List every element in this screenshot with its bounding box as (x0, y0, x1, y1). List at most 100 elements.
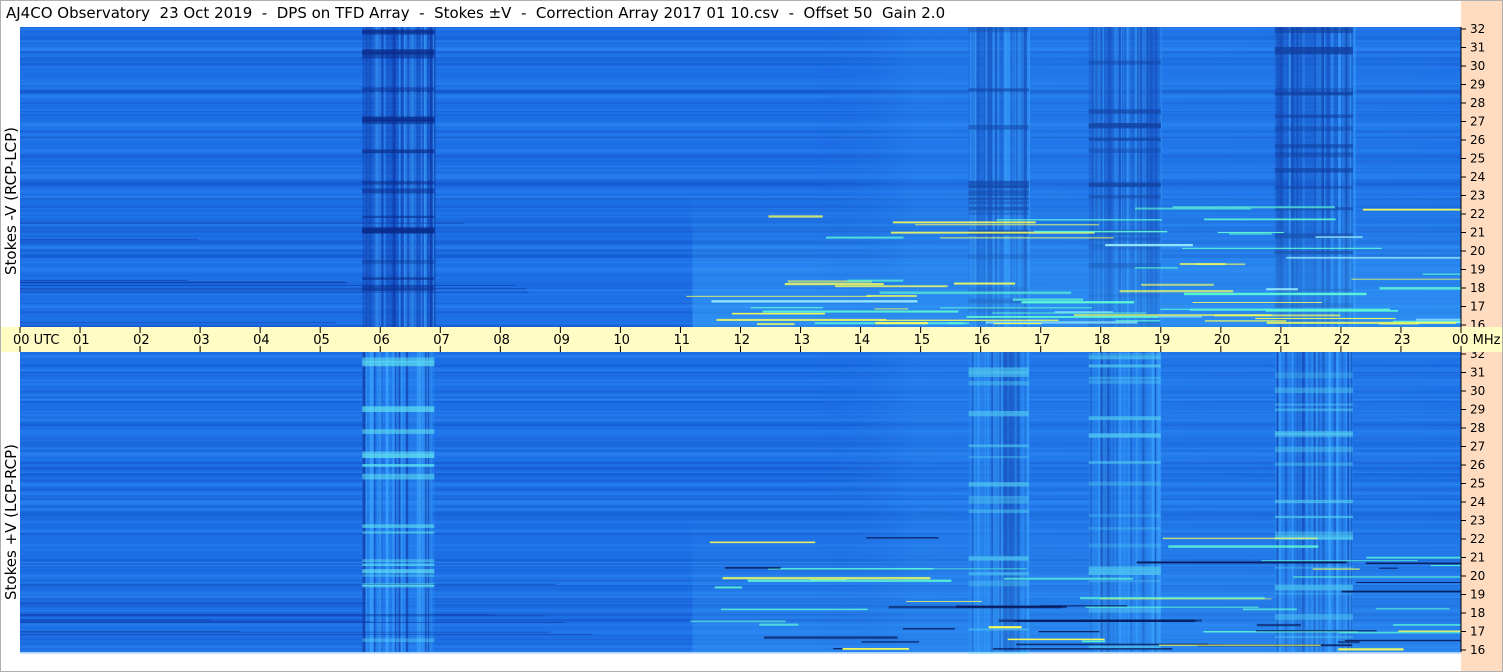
signal-streak (988, 626, 1022, 629)
signal-streak (1243, 608, 1297, 611)
signal-streak (842, 648, 909, 650)
frequency-tick-label: 26 (1470, 133, 1485, 147)
bottom-panel-ylabel: Stokes +V (LCP-RCP) (2, 444, 20, 600)
frequency-tick-label: 24 (1470, 495, 1485, 509)
time-tick-label: 08 (493, 333, 510, 348)
signal-streak (1338, 641, 1360, 644)
signal-streak (1119, 290, 1234, 293)
signal-streak (762, 310, 959, 313)
signal-streak (966, 316, 1159, 318)
signal-streak (1134, 267, 1178, 269)
signal-streak (709, 541, 816, 544)
signal-streak (716, 318, 887, 321)
signal-streak (1160, 308, 1272, 310)
frequency-tick-label: 24 (1470, 170, 1485, 184)
frequency-tick-label: 16 (1470, 643, 1485, 657)
faint-line (20, 583, 556, 585)
signal-streak (747, 579, 952, 582)
signal-streak (992, 312, 1147, 314)
time-tick-label: 21 (1274, 333, 1291, 348)
time-tick-label: 09 (553, 333, 570, 348)
frequency-tick-label: 17 (1470, 300, 1485, 314)
signal-streak (906, 600, 982, 602)
faint-line (20, 284, 516, 286)
time-tick-label: 16 (974, 333, 991, 348)
signal-streak (1255, 630, 1377, 632)
frequency-tick-label: 22 (1470, 532, 1485, 546)
signal-streak (711, 300, 918, 303)
signal-streak (1159, 644, 1321, 646)
frequency-tick-label: 21 (1470, 551, 1485, 565)
signal-streak (1315, 236, 1363, 239)
signal-streak (1038, 631, 1100, 633)
faint-line (20, 615, 546, 617)
time-tick-label: 13 (794, 333, 811, 348)
time-tick-label: 11 (673, 333, 690, 348)
signal-streak (725, 566, 781, 569)
signal-streak (1261, 560, 1418, 562)
faint-line (20, 279, 188, 281)
time-tick-label: 05 (313, 333, 330, 348)
signal-streak (939, 307, 1093, 309)
time-tick-label: 19 (1154, 333, 1171, 348)
time-axis: 00 UTC 01 02 03 04 05 06 07 08 09 10 11 12 13 14 15 16 17… (0, 327, 1503, 352)
faint-line (20, 621, 566, 623)
signal-streak (1204, 218, 1336, 221)
signal-streak (861, 640, 920, 643)
signal-streak (1266, 321, 1456, 324)
signal-streak (835, 285, 948, 288)
time-tick-label: 20 (1214, 333, 1231, 348)
time-tick-label: 07 (433, 333, 450, 348)
faint-line (20, 633, 593, 635)
signal-streak (720, 608, 868, 611)
frequency-tick-label: 28 (1470, 96, 1485, 110)
signal-streak (757, 323, 795, 326)
signal-streak (1179, 263, 1226, 266)
signal-streak (875, 321, 928, 325)
time-tick-label: 23 (1394, 333, 1411, 348)
faint-line (20, 631, 551, 633)
bottom-spectrogram-panel (20, 352, 1503, 654)
frequency-tick-label: 28 (1470, 421, 1485, 435)
frequency-tick-label: 20 (1470, 569, 1485, 583)
time-tick-label: 00 MHz (1452, 333, 1501, 348)
signal-streak (915, 224, 1100, 226)
top-panel-ylabel: Stokes -V (RCP-LCP) (2, 127, 20, 275)
signal-streak (1192, 301, 1323, 304)
signal-streak (1100, 598, 1272, 600)
signal-streak (998, 619, 1196, 622)
signal-streak (750, 307, 824, 309)
frequency-tick-label: 23 (1470, 514, 1485, 528)
time-tick-label: 17 (1034, 333, 1051, 348)
signal-streak (1141, 283, 1214, 286)
frequency-tick-label: 22 (1470, 207, 1485, 221)
signal-streak (714, 586, 743, 589)
faint-line (20, 288, 526, 290)
frequency-tick-label: 27 (1470, 440, 1485, 454)
signal-streak (1021, 301, 1135, 304)
signal-streak (953, 282, 1015, 285)
frequency-tick-label: 19 (1470, 263, 1485, 277)
time-tick-label: 12 (734, 333, 751, 348)
frequency-tick-label: 18 (1470, 606, 1485, 620)
signal-streak (784, 282, 884, 286)
signal-streak (1341, 590, 1481, 593)
faint-line (20, 222, 464, 224)
signal-streak (1265, 309, 1398, 312)
time-tick-label: 01 (73, 333, 90, 348)
signal-streak (1312, 568, 1360, 570)
time-tick-label: 00 UTC (13, 333, 59, 348)
signal-streak (768, 215, 823, 218)
signal-streak (892, 221, 1036, 224)
signal-streak (1266, 288, 1298, 291)
signal-streak (1105, 243, 1193, 247)
frequency-tick-label: 18 (1470, 281, 1485, 295)
signal-streak (1375, 607, 1450, 610)
signal-streak (722, 576, 931, 580)
frequency-tick-label: 19 (1470, 588, 1485, 602)
frequency-tick-label: 31 (1470, 366, 1485, 380)
top-spectrogram-panel (20, 27, 1503, 329)
signal-streak (1228, 233, 1272, 235)
signal-streak (1204, 320, 1287, 322)
signal-streak (1292, 576, 1469, 578)
